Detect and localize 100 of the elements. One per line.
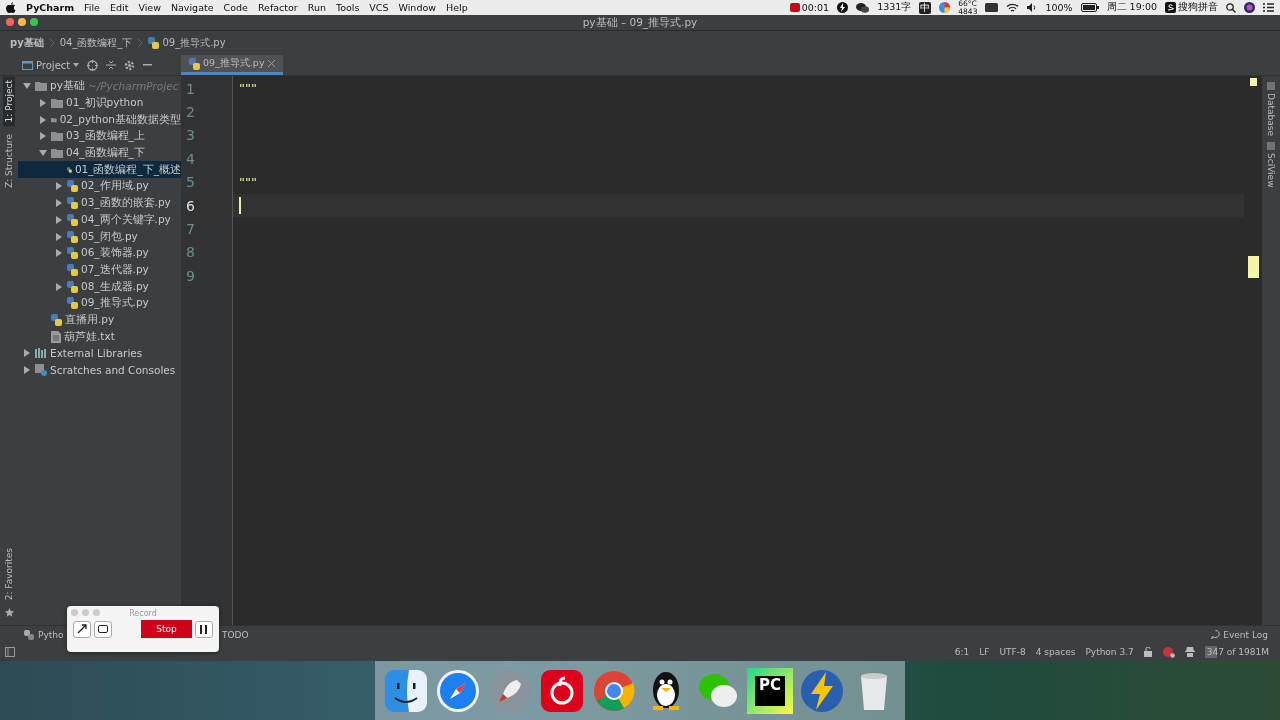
pycharm-app-icon[interactable]: PC: [747, 668, 793, 714]
status-item[interactable]: Python 3.7: [1085, 647, 1134, 657]
chevron-icon: [49, 39, 54, 47]
menu-item[interactable]: Edit: [109, 2, 129, 13]
tool-window-tab[interactable]: SciView: [1266, 141, 1276, 188]
arrow-tool-button[interactable]: [73, 620, 91, 638]
app-menu[interactable]: PyCharm: [26, 2, 75, 13]
minimize-icon[interactable]: [143, 64, 153, 66]
browser-icon[interactable]: [591, 668, 637, 714]
window-title: py基础 – 09_推导式.py: [582, 15, 698, 30]
python-file-icon: [67, 263, 78, 276]
bolt-icon[interactable]: [837, 2, 849, 13]
error-settings-icon[interactable]: [1162, 646, 1175, 658]
wifi-icon[interactable]: [1006, 2, 1020, 13]
compass-icon[interactable]: [435, 668, 481, 714]
line-number: 5: [185, 173, 196, 193]
tree-item[interactable]: 02_作用域.py: [18, 178, 181, 195]
tree-item[interactable]: 03_函数编程_上: [18, 128, 181, 145]
editor-tab[interactable]: 09_推导式.py: [181, 55, 283, 75]
tree-item[interactable]: 06_装饰器.py: [18, 244, 181, 262]
breadcrumb[interactable]: 04_函数编程_下: [59, 36, 133, 50]
zoom-button[interactable]: [30, 18, 38, 26]
tree-item[interactable]: 07_迭代器.py: [18, 261, 181, 279]
pause-button[interactable]: [195, 620, 213, 638]
tree-item[interactable]: 02_python基础数据类型: [18, 111, 181, 129]
settings-icon[interactable]: [124, 59, 136, 71]
finder-face-icon[interactable]: [383, 668, 429, 714]
menu-item[interactable]: Run: [307, 2, 326, 13]
status-item[interactable]: 6:1: [954, 647, 970, 657]
expanded-arrow-icon[interactable]: [23, 82, 31, 91]
menu-item[interactable]: Code: [223, 2, 248, 13]
tree-item[interactable]: Scratches and Consoles: [18, 361, 181, 379]
tree-item[interactable]: External Libraries: [18, 345, 181, 362]
apple-icon[interactable]: [6, 2, 16, 13]
status-item[interactable]: UTF-8: [999, 647, 1026, 657]
tree-item[interactable]: 葫芦娃.txt: [18, 328, 181, 345]
star-icon[interactable]: [4, 608, 14, 617]
event-log-button[interactable]: Event Log: [1211, 629, 1268, 640]
menu-item[interactable]: Navigate: [170, 2, 214, 13]
memory-indicator[interactable]: 347 of 1981M: [1204, 646, 1271, 658]
tree-item[interactable]: 01_初识python: [18, 94, 181, 112]
inspection-marker[interactable]: [1248, 256, 1259, 278]
collapse-icon[interactable]: [106, 60, 117, 70]
expanded-arrow-icon[interactable]: [39, 149, 47, 158]
input-method-indicator[interactable]: 中: [919, 1, 932, 14]
tree-item[interactable]: 01_函数编程_下_概述: [18, 161, 181, 179]
recording-indicator[interactable]: 00:01: [789, 2, 830, 13]
tree-item[interactable]: 09_推导式.py: [18, 294, 181, 312]
music-app-icon[interactable]: [539, 668, 585, 714]
menu-item[interactable]: View: [138, 2, 161, 13]
python-file-icon: [67, 180, 78, 193]
status-text[interactable]: 周二 19:00: [1106, 1, 1157, 14]
chat-bubbles-icon[interactable]: [856, 2, 870, 13]
breadcrumb[interactable]: py基础: [10, 36, 44, 50]
stop-button[interactable]: Stop: [141, 620, 192, 638]
rectangle-tool-button[interactable]: [94, 620, 112, 638]
line-number: 1: [185, 79, 196, 99]
menu-item[interactable]: Tools: [335, 2, 360, 13]
inspection-marker[interactable]: [1250, 78, 1257, 86]
tree-item[interactable]: 直播用.py: [18, 311, 181, 329]
panel-toggle-icon[interactable]: [5, 647, 15, 657]
battery-icon[interactable]: [1080, 3, 1099, 12]
tool-window-button[interactable]: TODO: [222, 629, 249, 640]
code-text: """: [239, 83, 258, 95]
menu-item[interactable]: Refactor: [257, 2, 298, 13]
tree-item[interactable]: 04_函数编程_下: [18, 144, 181, 162]
tree-item[interactable]: 04_两个关键字.py: [18, 211, 181, 229]
tool-window-tab[interactable]: Database: [1266, 82, 1276, 136]
unlocked-icon[interactable]: [1143, 647, 1153, 657]
status-text[interactable]: 100%: [1045, 2, 1073, 13]
input-method-menu[interactable]: 搜狗拼音: [1165, 1, 1218, 14]
tool-window-tab[interactable]: 2: Favorites: [3, 543, 15, 604]
menu-item[interactable]: File: [84, 2, 100, 13]
status-item[interactable]: LF: [979, 647, 990, 657]
target-icon[interactable]: [87, 59, 99, 71]
menu-item[interactable]: Window: [398, 2, 436, 13]
project-view-dropdown[interactable]: Project: [22, 59, 80, 71]
arrow-icon: [77, 624, 87, 634]
volume-icon[interactable]: [1027, 3, 1038, 12]
list-icon[interactable]: [1263, 3, 1274, 12]
close-button[interactable]: [6, 18, 14, 26]
color-wheel-icon[interactable]: [939, 2, 951, 13]
status-item[interactable]: 4 spaces: [1035, 647, 1076, 657]
python-file-icon: [67, 197, 78, 210]
search-icon[interactable]: [1226, 2, 1236, 13]
tree-item[interactable]: 08_生成器.py: [18, 278, 181, 295]
close-icon[interactable]: [267, 60, 275, 67]
tool-window-tab[interactable]: Z: Structure: [3, 130, 15, 193]
collapsed-arrow-icon[interactable]: [55, 282, 63, 291]
tool-window-tab[interactable]: 1: Project: [3, 76, 15, 127]
tree-item[interactable]: 05_闭包.py: [18, 228, 181, 245]
menu-item[interactable]: VCS: [369, 2, 389, 13]
python-file-icon: [67, 247, 78, 260]
status-text[interactable]: 1331字: [877, 1, 912, 14]
menu-item[interactable]: Help: [446, 2, 468, 13]
breadcrumb[interactable]: 09_推导式.py: [148, 36, 226, 50]
display-icon[interactable]: [985, 3, 999, 12]
tree-item[interactable]: py基础 ~/PycharmProjec: [18, 78, 181, 95]
tree-item[interactable]: 03_函数的嵌套.py: [18, 194, 181, 212]
minimize-button[interactable]: [18, 18, 26, 26]
